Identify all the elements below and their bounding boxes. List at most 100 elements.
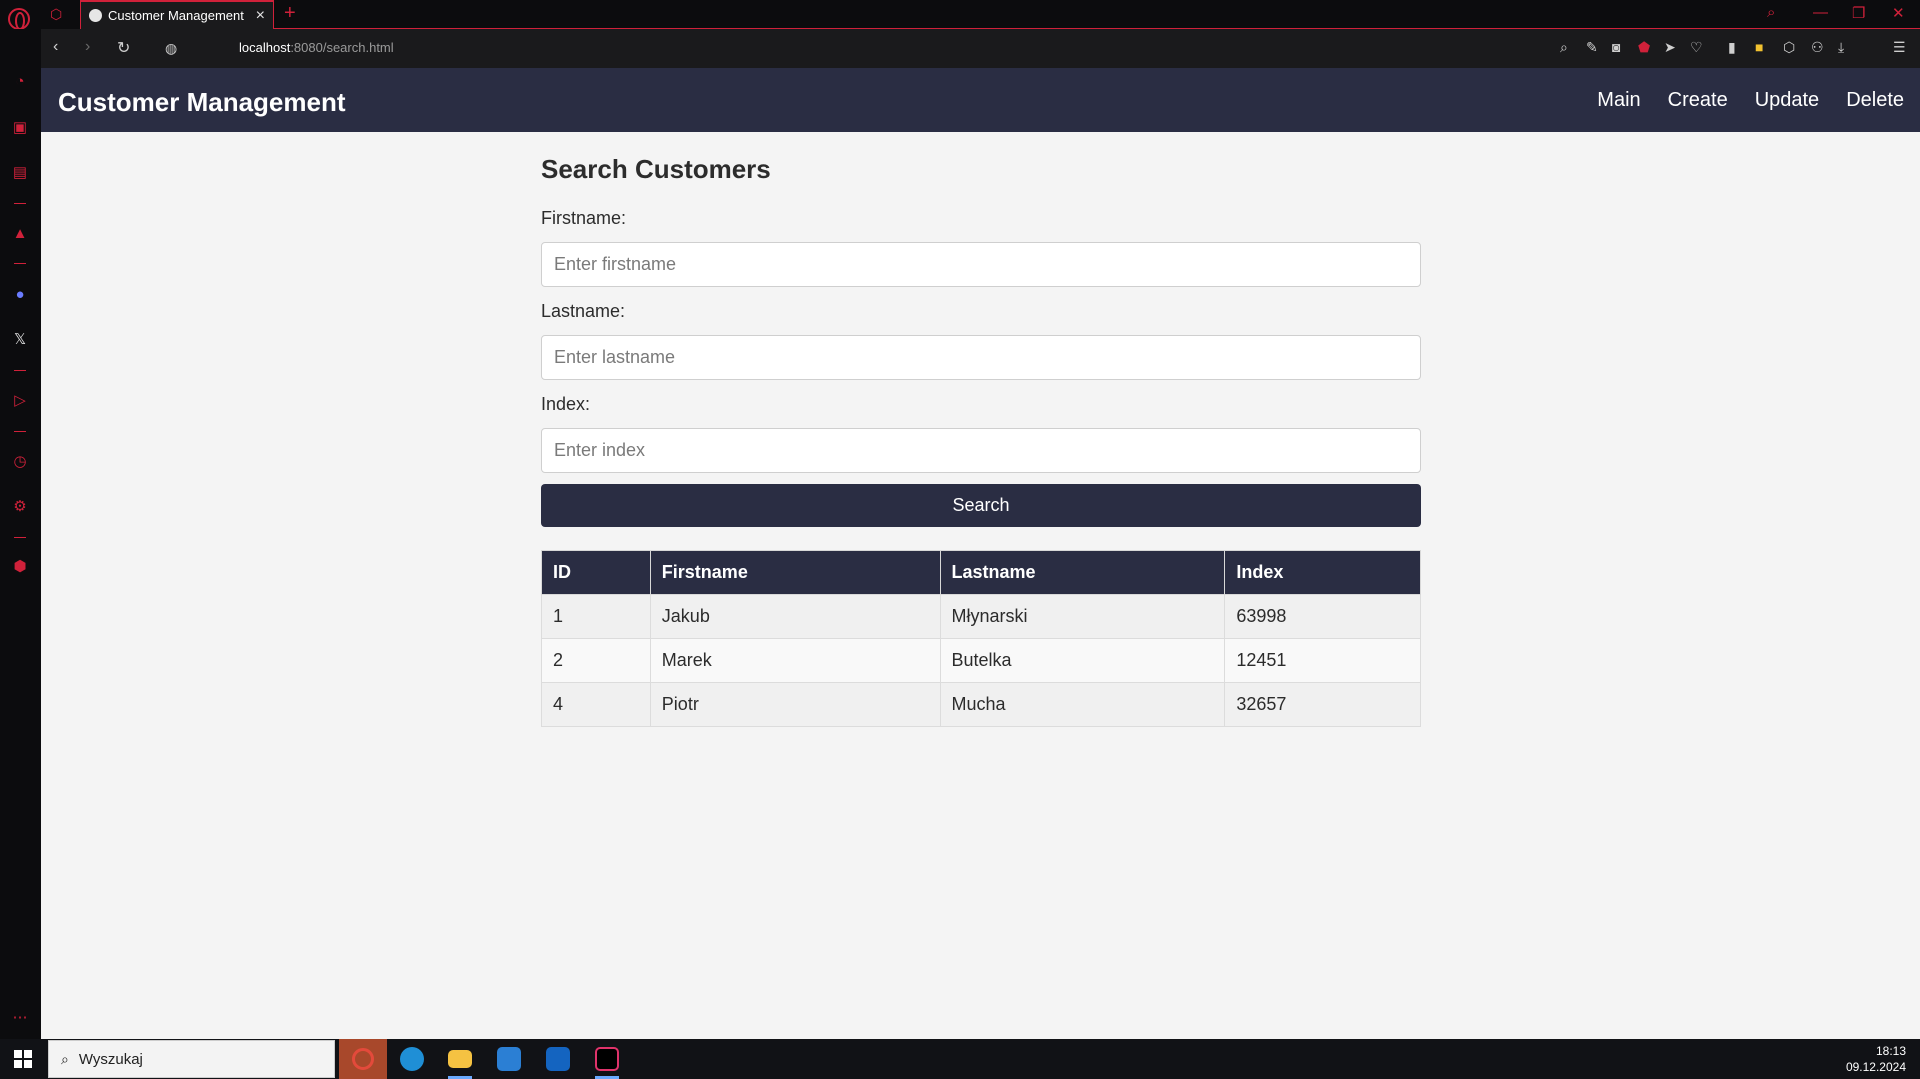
extension-icon[interactable]: ▮ — [1728, 39, 1736, 56]
nav-link-create[interactable]: Create — [1668, 89, 1728, 112]
taskbar-edge-icon[interactable] — [396, 1043, 428, 1075]
sidebar-separator — [14, 263, 26, 264]
url-host: localhost — [239, 40, 291, 55]
sidebar-more-icon[interactable]: ⋯ — [11, 1009, 29, 1027]
snapshot-camera-icon[interactable]: ◙ — [1612, 39, 1620, 55]
favorites-heart-icon[interactable]: ♡ — [1690, 39, 1703, 56]
twitch-icon[interactable]: ▤ — [11, 164, 29, 182]
column-header-firstname: Firstname — [649, 550, 941, 595]
forward-icon[interactable]: › — [85, 38, 90, 56]
sidebar-separator — [14, 537, 26, 538]
close-window-icon[interactable]: ✕ — [1892, 4, 1905, 22]
nav-link-main[interactable]: Main — [1597, 89, 1640, 112]
index-input[interactable] — [541, 428, 1421, 473]
lastname-input[interactable] — [541, 335, 1421, 380]
tab-title: Customer Management — [108, 8, 244, 23]
aria-icon[interactable]: ▲ — [11, 225, 29, 243]
app-header: Customer Management Main Create Update D… — [41, 68, 1920, 132]
firstname-label: Firstname: — [541, 208, 627, 228]
browser-tabbar: ⬡ Customer Management × + ⌕ — ❐ ✕ — [0, 0, 1920, 30]
cell-index: 12451 — [1224, 638, 1421, 683]
player-icon[interactable]: ▷ — [11, 392, 29, 410]
new-tab-icon[interactable]: + — [284, 2, 296, 25]
nav-link-delete[interactable]: Delete — [1846, 89, 1904, 112]
column-header-id: ID — [541, 550, 651, 595]
taskbar-search-placeholder: Wyszukaj — [78, 1050, 143, 1068]
taskbar-opera-gx-icon[interactable] — [339, 1039, 387, 1079]
url-field[interactable]: localhost:8080/search.html — [239, 40, 394, 55]
taskbar-search-box[interactable]: ⌕ Wyszukaj — [48, 1040, 335, 1078]
cell-lastname: Butelka — [939, 638, 1226, 683]
cell-lastname: Młynarski — [939, 594, 1226, 639]
history-icon[interactable]: ◷ — [11, 453, 29, 471]
edit-icon[interactable]: ✎ — [1586, 39, 1598, 56]
easy-setup-menu-icon[interactable]: ☰ — [1893, 39, 1906, 56]
gx-corner-icon[interactable]: ▣ — [11, 119, 29, 137]
web-page: Customer Management Main Create Update D… — [41, 68, 1920, 1039]
taskbar-intellij-icon[interactable] — [591, 1043, 623, 1079]
lastname-label: Lastname: — [541, 301, 626, 321]
page-title: Search Customers — [541, 154, 771, 184]
table-header-row: ID Firstname Lastname Index — [541, 550, 1421, 595]
tab-close-icon[interactable]: × — [256, 7, 265, 25]
sidebar-separator — [14, 203, 26, 204]
nav-link-update[interactable]: Update — [1755, 89, 1820, 112]
profile-icon[interactable]: ⚇ — [1811, 39, 1824, 56]
index-label: Index: — [541, 394, 591, 414]
extensions-cube-icon[interactable]: ⬡ — [1783, 39, 1795, 56]
app-nav: Main Create Update Delete — [1597, 89, 1904, 112]
browser-sidebar: ◔ ▣ ▤ ▲ ● 𝕏 ▷ ◷ ⚙ ⬢ ⋯ — [0, 29, 41, 1039]
clock-date: 09.12.2024 — [1845, 1060, 1906, 1074]
firstname-input[interactable] — [541, 242, 1421, 287]
table-row: 1 Jakub Młynarski 63998 — [541, 594, 1421, 639]
column-header-lastname: Lastname — [939, 550, 1226, 595]
reload-icon[interactable]: ↻ — [117, 38, 130, 58]
column-header-index: Index — [1224, 550, 1421, 595]
minimize-icon[interactable]: — — [1813, 4, 1828, 21]
taskbar-outlook-icon[interactable] — [542, 1043, 574, 1075]
cell-lastname: Mucha — [939, 682, 1226, 727]
cell-firstname: Jakub — [649, 594, 941, 639]
search-tabs-icon[interactable]: ⌕ — [1767, 4, 1775, 21]
windows-taskbar: ⌕ Wyszukaj 18:13 09.12.2024 — [0, 1039, 1920, 1079]
url-path: :8080/search.html — [290, 40, 394, 55]
app-title: Customer Management — [58, 87, 346, 117]
cell-firstname: Piotr — [649, 682, 941, 727]
cell-index: 32657 — [1224, 682, 1421, 727]
taskbar-store-icon[interactable] — [493, 1043, 525, 1075]
cell-id: 4 — [541, 682, 651, 727]
speed-dial-icon[interactable]: ◔ — [11, 73, 29, 91]
messenger-icon[interactable]: ● — [11, 286, 29, 304]
settings-gear-icon[interactable]: ⚙ — [11, 498, 29, 516]
send-icon[interactable]: ➤ — [1664, 39, 1676, 56]
search-section: Search Customers Firstname: Lastname: In… — [541, 154, 1421, 727]
back-icon[interactable]: ‹ — [53, 38, 58, 56]
site-info-globe-icon[interactable]: ◍ — [165, 40, 177, 57]
cell-id: 2 — [541, 638, 651, 683]
taskbar-clock[interactable]: 18:13 09.12.2024 — [1846, 1043, 1906, 1075]
browser-address-bar: ‹ › ↻ ◍ localhost:8080/search.html ⌕ ✎ ◙… — [41, 29, 1920, 68]
table-row: 2 Marek Butelka 12451 — [541, 638, 1421, 683]
sidebar-separator — [14, 431, 26, 432]
opera-menu-icon[interactable] — [8, 8, 30, 30]
search-button[interactable]: Search — [541, 484, 1421, 527]
gx-control-icon[interactable]: ⬡ — [50, 6, 62, 23]
cell-id: 1 — [541, 594, 651, 639]
windows-start-icon[interactable] — [14, 1050, 32, 1068]
ublock-icon[interactable]: ⬢ — [11, 558, 29, 576]
results-table: ID Firstname Lastname Index 1 Jakub Młyn… — [541, 550, 1421, 727]
cell-index: 63998 — [1224, 594, 1421, 639]
cell-firstname: Marek — [649, 638, 941, 683]
vpn-shield-icon[interactable]: ⬟ — [1638, 39, 1650, 56]
search-icon: ⌕ — [61, 1050, 69, 1067]
browser-tab-active[interactable]: Customer Management × — [80, 0, 274, 29]
x-twitter-icon[interactable]: 𝕏 — [11, 331, 29, 349]
zoom-icon[interactable]: ⌕ — [1560, 39, 1568, 56]
extension-yellow-icon[interactable]: ■ — [1755, 39, 1763, 55]
taskbar-file-explorer-icon[interactable] — [444, 1043, 476, 1079]
downloads-icon[interactable]: ⤓ — [1838, 39, 1844, 56]
sidebar-separator — [14, 370, 26, 371]
tab-favicon-icon — [89, 9, 102, 22]
table-row: 4 Piotr Mucha 32657 — [541, 682, 1421, 727]
restore-icon[interactable]: ❐ — [1852, 4, 1865, 22]
